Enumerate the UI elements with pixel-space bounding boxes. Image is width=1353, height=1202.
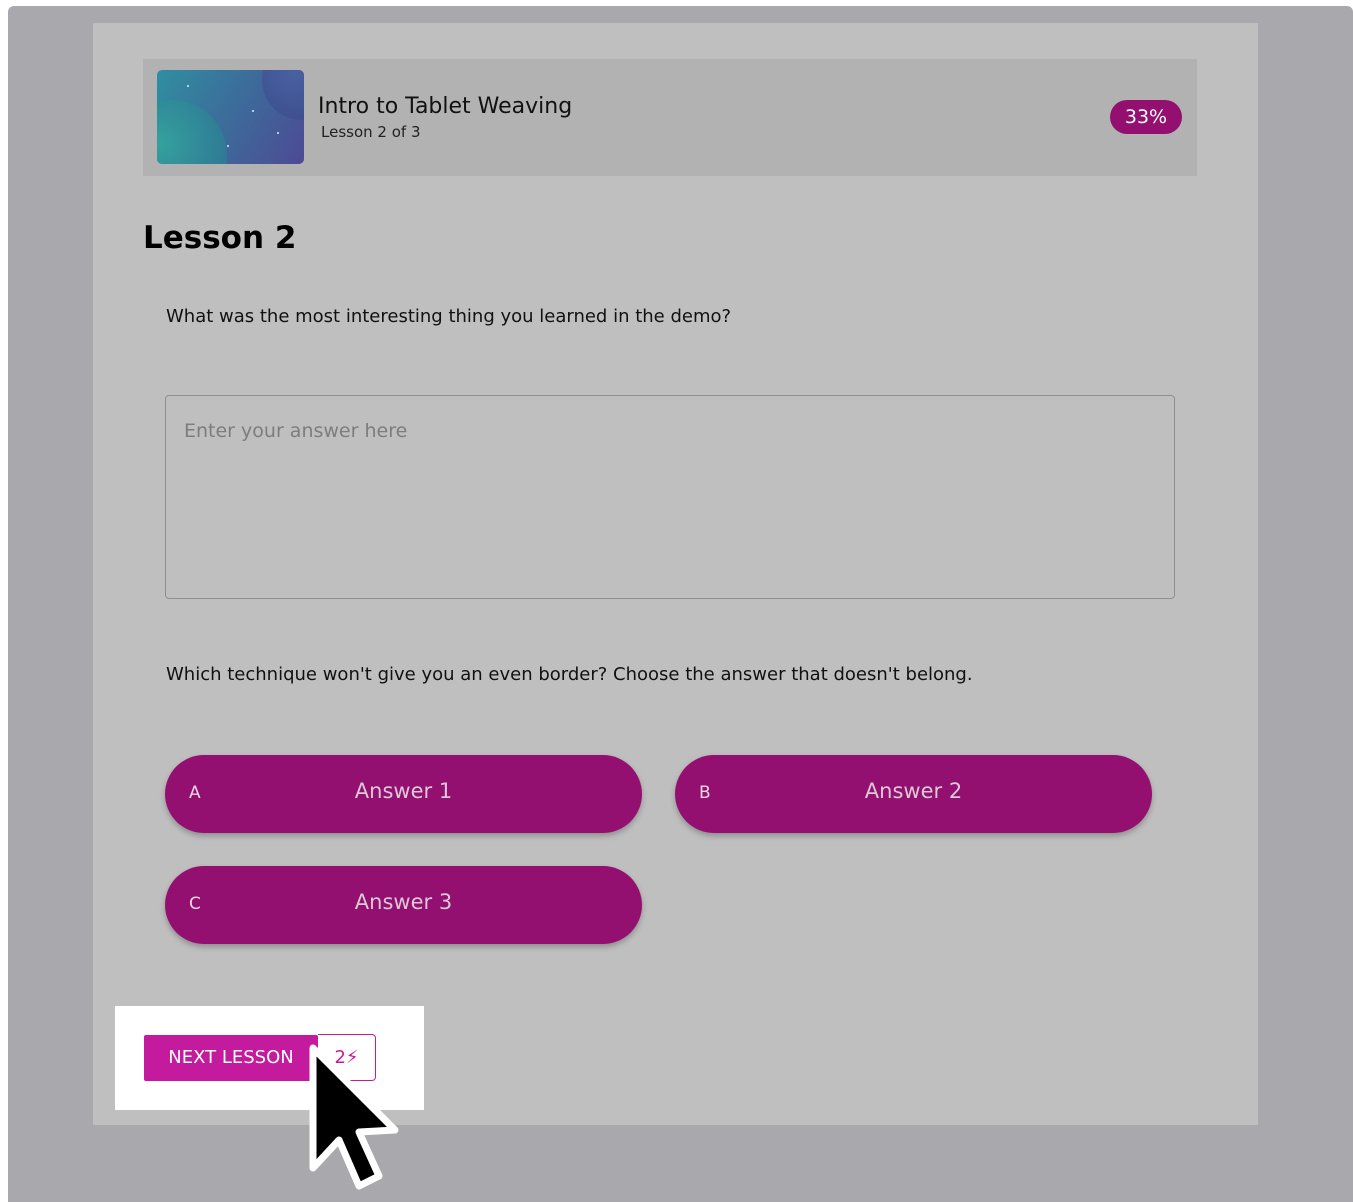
question-2-text: Which technique won't give you an even b…: [166, 664, 973, 685]
planet-shape: [262, 70, 304, 120]
choice-c-button[interactable]: C Answer 3: [165, 866, 642, 944]
next-lesson-button[interactable]: NEXT LESSON: [144, 1035, 318, 1081]
course-title: Intro to Tablet Weaving: [318, 94, 573, 119]
choice-label: Answer 2: [864, 779, 963, 803]
answer-input[interactable]: [165, 395, 1175, 599]
choice-a-button[interactable]: A Answer 1: [165, 755, 642, 833]
star-dot: [187, 85, 189, 87]
choice-label: Answer 3: [354, 890, 453, 914]
question-1-text: What was the most interesting thing you …: [166, 306, 732, 327]
planet-shape: [157, 100, 227, 164]
course-thumbnail: [157, 70, 304, 164]
choice-label: Answer 1: [354, 779, 453, 803]
page-title: Lesson 2: [143, 220, 297, 256]
star-dot: [252, 110, 254, 112]
choice-b-button[interactable]: B Answer 2: [675, 755, 1152, 833]
mouse-pointer-icon: [309, 1044, 399, 1190]
star-dot: [277, 132, 279, 134]
star-dot: [227, 145, 229, 147]
progress-badge: 33%: [1110, 100, 1182, 134]
lesson-counter: Lesson 2 of 3: [321, 123, 421, 141]
